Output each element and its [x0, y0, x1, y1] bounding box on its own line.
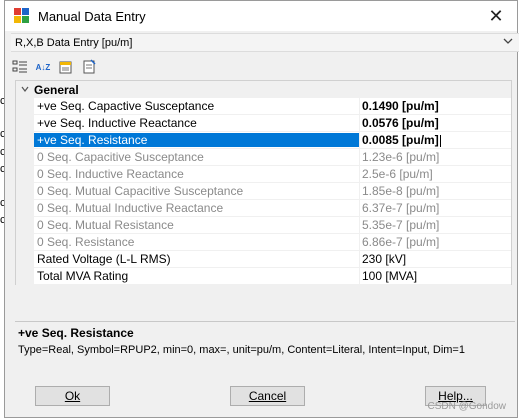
- property-row[interactable]: +ve Seq. Inductive Reactance 0.0576 [pu/…: [16, 114, 511, 132]
- property-row[interactable]: 0 Seq. Capacitive Susceptance 1.23e-6 [p…: [16, 148, 511, 166]
- property-value-input[interactable]: 230 [kV]: [359, 251, 511, 267]
- categorized-view-icon[interactable]: [11, 58, 29, 76]
- property-name: +ve Seq. Resistance: [34, 133, 359, 147]
- category-general[interactable]: General: [16, 81, 511, 98]
- property-name: 0 Seq. Mutual Capacitive Susceptance: [37, 184, 244, 198]
- properties-icon[interactable]: [80, 58, 98, 76]
- property-value-input[interactable]: 1.23e-6 [pu/m]: [359, 149, 511, 165]
- manual-data-entry-dialog: Manual Data Entry ✕ R,X,B Data Entry [pu…: [4, 0, 519, 418]
- property-name: +ve Seq. Inductive Reactance: [37, 116, 197, 130]
- property-name: 0 Seq. Capacitive Susceptance: [37, 150, 204, 164]
- property-value-input[interactable]: 6.86e-7 [pu/m]: [359, 234, 511, 250]
- ok-button-label: Ok: [64, 389, 81, 403]
- property-value-text: 0.0085 [pu/m]: [362, 133, 439, 147]
- property-row[interactable]: 0 Seq. Inductive Reactance 2.5e-6 [pu/m]: [16, 165, 511, 183]
- property-value-input[interactable]: 6.37e-7 [pu/m]: [359, 200, 511, 216]
- property-row[interactable]: Total MVA Rating 100 [MVA]: [16, 267, 511, 285]
- property-value-input[interactable]: 1.85e-8 [pu/m]: [359, 183, 511, 199]
- text-caret: [439, 134, 441, 147]
- property-name: +ve Seq. Capactive Susceptance: [37, 99, 215, 113]
- chevron-down-icon[interactable]: [503, 36, 513, 49]
- sort-alphabetical-glyph: A↓Z: [35, 62, 51, 72]
- cancel-button[interactable]: Cancel: [230, 386, 305, 406]
- description-title: +ve Seq. Resistance: [18, 326, 134, 340]
- collapse-icon[interactable]: [16, 85, 34, 95]
- title-bar[interactable]: Manual Data Entry ✕: [5, 1, 517, 31]
- property-row[interactable]: Rated Voltage (L-L RMS) 230 [kV]: [16, 250, 511, 268]
- property-row[interactable]: 0 Seq. Mutual Inductive Reactance 6.37e-…: [16, 199, 511, 217]
- property-name: 0 Seq. Resistance: [37, 235, 135, 249]
- property-value-input[interactable]: 0.0576 [pu/m]: [359, 115, 511, 131]
- property-value-input[interactable]: 0.0085 [pu/m]: [359, 132, 511, 148]
- property-grid-toolbar: A↓Z: [11, 56, 103, 78]
- property-row[interactable]: 0 Seq. Mutual Resistance 5.35e-7 [pu/m]: [16, 216, 511, 234]
- data-entry-mode-value: R,X,B Data Entry [pu/m]: [15, 36, 133, 49]
- property-row[interactable]: +ve Seq. Capactive Susceptance 0.1490 [p…: [16, 97, 511, 115]
- watermark: CSDN @Gondow: [427, 401, 506, 412]
- property-value-input[interactable]: 0.1490 [pu/m]: [359, 98, 511, 114]
- property-value-input[interactable]: 2.5e-6 [pu/m]: [359, 166, 511, 182]
- property-description-panel: +ve Seq. Resistance Type=Real, Symbol=RP…: [15, 321, 515, 374]
- property-name: Rated Voltage (L-L RMS): [37, 252, 171, 266]
- category-label: General: [34, 82, 79, 97]
- property-row[interactable]: 0 Seq. Resistance 6.86e-7 [pu/m]: [16, 233, 511, 251]
- property-row[interactable]: 0 Seq. Mutual Capacitive Susceptance 1.8…: [16, 182, 511, 200]
- property-pages-icon[interactable]: [57, 58, 75, 76]
- close-icon[interactable]: ✕: [481, 4, 511, 28]
- property-name: 0 Seq. Inductive Reactance: [37, 167, 184, 181]
- property-row-selected[interactable]: +ve Seq. Resistance 0.0085 [pu/m]: [16, 131, 511, 149]
- app-icon: [14, 8, 30, 24]
- window-title: Manual Data Entry: [38, 8, 146, 24]
- property-value-input[interactable]: 5.35e-7 [pu/m]: [359, 217, 511, 233]
- property-name: 0 Seq. Mutual Inductive Reactance: [37, 201, 224, 215]
- data-entry-mode-select[interactable]: R,X,B Data Entry [pu/m]: [11, 33, 519, 52]
- description-body: Type=Real, Symbol=RPUP2, min=0, max=, un…: [18, 344, 465, 356]
- sort-alphabetical-icon[interactable]: A↓Z: [34, 58, 52, 76]
- property-grid: General +ve Seq. Capactive Susceptance 0…: [15, 80, 512, 285]
- property-value-input[interactable]: 100 [MVA]: [359, 268, 511, 284]
- property-name: Total MVA Rating: [37, 269, 129, 283]
- cancel-button-label: Cancel: [248, 389, 287, 403]
- ok-button[interactable]: Ok: [35, 386, 110, 406]
- property-name: 0 Seq. Mutual Resistance: [37, 218, 174, 232]
